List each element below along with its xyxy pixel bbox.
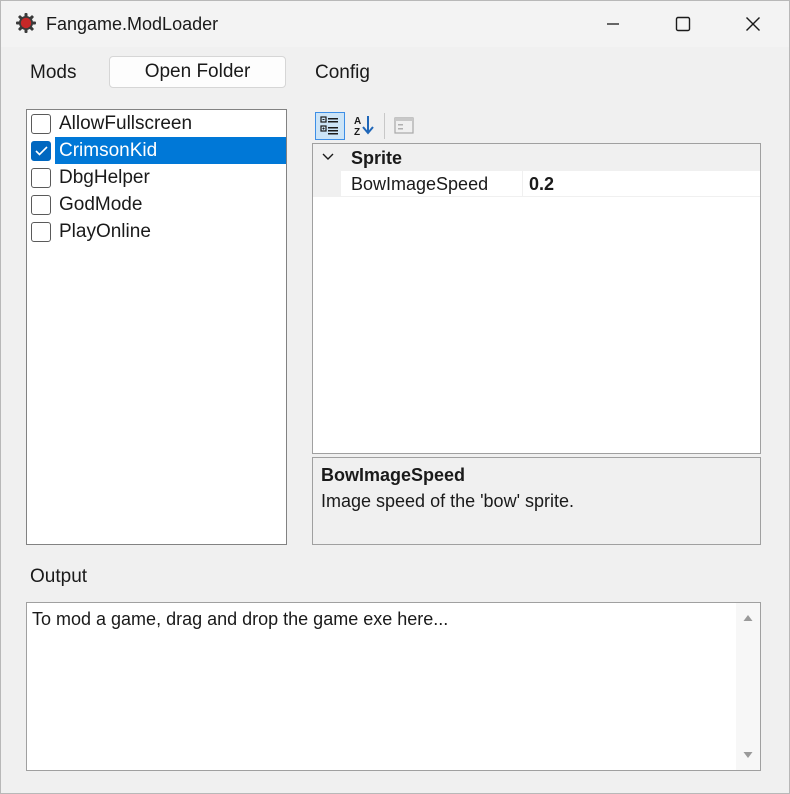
open-folder-button[interactable]: Open Folder — [109, 56, 286, 88]
minimize-button[interactable] — [590, 1, 636, 47]
output-textbox[interactable]: To mod a game, drag and drop the game ex… — [26, 602, 761, 771]
property-grid[interactable]: Sprite BowImageSpeed 0.2 — [312, 143, 761, 454]
menu-config[interactable]: Config — [315, 61, 370, 85]
chevron-down-icon[interactable] — [322, 152, 334, 162]
property-pages-button[interactable] — [390, 112, 420, 140]
property-category-row[interactable]: Sprite — [313, 144, 760, 171]
close-button[interactable] — [730, 1, 776, 47]
property-gutter — [313, 171, 341, 197]
mod-list-item[interactable]: GodMode — [29, 191, 285, 218]
mod-label: GodMode — [59, 194, 143, 215]
svg-text:A: A — [354, 116, 361, 127]
mod-label: AllowFullscreen — [59, 113, 193, 134]
mod-checkbox[interactable] — [31, 141, 51, 161]
mod-checkbox[interactable] — [31, 168, 51, 188]
mod-checkbox[interactable] — [31, 195, 51, 215]
sort-alphabetical-icon: A Z — [354, 116, 374, 138]
mod-label: CrimsonKid — [55, 137, 286, 164]
gear-icon — [16, 13, 36, 33]
property-category-label: Sprite — [351, 148, 403, 168]
property-pages-icon — [394, 117, 414, 134]
mods-list[interactable]: AllowFullscreen CrimsonKid DbgHelper God… — [26, 109, 287, 545]
mod-list-item[interactable]: PlayOnline — [29, 218, 285, 245]
mod-list-item[interactable]: DbgHelper — [29, 164, 285, 191]
mod-label: DbgHelper — [59, 167, 150, 188]
property-column-divider[interactable] — [522, 171, 523, 197]
mod-checkbox[interactable] — [31, 114, 51, 134]
mod-label: PlayOnline — [59, 221, 151, 242]
mod-list-item[interactable]: AllowFullscreen — [29, 110, 285, 137]
minimize-icon — [607, 23, 619, 25]
checkmark-icon — [35, 146, 48, 156]
output-text: To mod a game, drag and drop the game ex… — [32, 609, 449, 629]
maximize-button[interactable] — [660, 1, 706, 47]
output-scrollbar[interactable] — [736, 603, 760, 770]
property-name: BowImageSpeed — [351, 174, 489, 194]
output-label: Output — [30, 566, 88, 587]
menu-mods[interactable]: Mods — [30, 61, 76, 85]
scroll-down-icon[interactable] — [743, 751, 753, 759]
categorized-view-icon — [320, 116, 338, 135]
mod-list-item[interactable]: CrimsonKid — [29, 137, 286, 164]
categorized-view-button[interactable] — [315, 112, 345, 140]
property-description-pane: BowImageSpeed Image speed of the 'bow' s… — [312, 457, 761, 545]
title-bar[interactable]: Fangame.ModLoader — [1, 1, 789, 47]
svg-text:Z: Z — [354, 127, 360, 138]
window-title: Fangame.ModLoader — [46, 14, 219, 34]
description-title: BowImageSpeed — [321, 465, 466, 485]
description-text: Image speed of the 'bow' sprite. — [321, 491, 575, 511]
property-row[interactable]: BowImageSpeed 0.2 — [313, 171, 760, 197]
maximize-icon — [675, 16, 691, 32]
mod-checkbox[interactable] — [31, 222, 51, 242]
close-icon — [746, 17, 760, 31]
property-value-field[interactable]: 0.2 — [529, 172, 554, 196]
toolbar-separator — [384, 113, 385, 139]
scroll-up-icon[interactable] — [743, 614, 753, 622]
sort-alphabetical-button[interactable]: A Z — [350, 112, 380, 140]
app-window: Fangame.ModLoader Mods Open Folder Confi… — [0, 0, 790, 794]
